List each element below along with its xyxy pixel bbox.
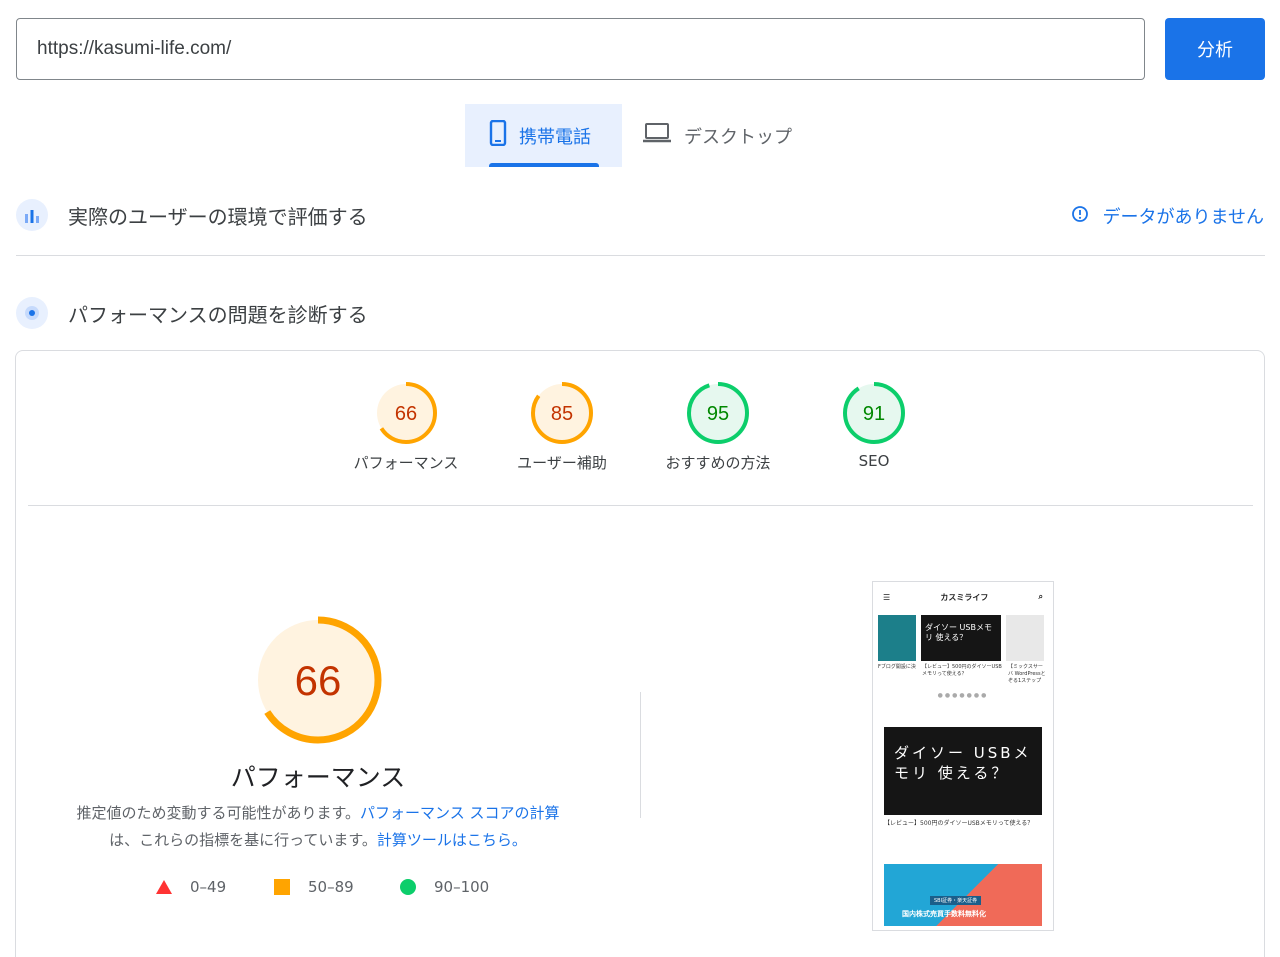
- legend-fail: 0–49: [156, 878, 226, 896]
- carousel-card: [878, 615, 916, 661]
- score-gauge-performance[interactable]: 66 パフォーマンス: [341, 380, 471, 473]
- gauge-ring: 66: [375, 382, 437, 444]
- site-name: カスミライフ: [940, 592, 989, 602]
- card-caption: 【ミックスサーバ WordPressとぞる1ステップ: [1008, 664, 1046, 684]
- report-card: [15, 350, 1265, 957]
- banner-text: 国内株式売買手数料無料化: [902, 910, 986, 918]
- menu-icon: ☰: [883, 592, 891, 602]
- tab-mobile[interactable]: 携帯電話: [465, 104, 622, 167]
- site-header: ☰ カスミライフ ⌕: [873, 582, 1053, 612]
- legend-average: 50–89: [274, 878, 354, 896]
- tab-active-indicator: [489, 163, 599, 167]
- legend-range: 50–89: [308, 878, 354, 896]
- field-data-title: 実際のユーザーの環境で評価する: [68, 204, 368, 229]
- orange-square-icon: [274, 879, 290, 895]
- hero-text: ダイソー USBメモリ 使える？: [894, 744, 1032, 782]
- analyze-button[interactable]: 分析: [1165, 18, 1265, 80]
- legend-range: 0–49: [190, 878, 227, 896]
- tab-desktop[interactable]: デスクトップ: [642, 104, 812, 167]
- lab-data-header: パフォーマンスの問題を診断する: [16, 297, 368, 329]
- score-label: SEO: [858, 452, 890, 470]
- gauge-ring: 85: [531, 382, 593, 444]
- section-divider: [16, 255, 1265, 256]
- performance-title: パフォーマンス: [230, 763, 406, 792]
- svg-text:66: 66: [295, 657, 342, 704]
- vertical-divider: [640, 692, 641, 818]
- red-triangle-icon: [156, 880, 172, 894]
- legend-pass: 90–100: [400, 878, 489, 896]
- carousel-card: [1006, 615, 1044, 661]
- no-data-text: データがありません: [1102, 207, 1264, 228]
- legend-range: 90–100: [434, 878, 490, 896]
- card-caption: Fブログ開設に決: [878, 664, 916, 670]
- banner-image: SBI証券・楽天証券 国内株式売買手数料無料化: [884, 864, 1042, 926]
- score-label: ユーザー補助: [517, 454, 607, 472]
- green-circle-icon: [400, 879, 416, 895]
- score-calc-link[interactable]: パフォーマンス スコアの計算: [360, 804, 559, 822]
- field-data-header: 実際のユーザーの環境で評価する: [16, 199, 368, 231]
- calculator-link[interactable]: 計算ツールはこちら。: [377, 831, 527, 849]
- url-input[interactable]: [37, 38, 1144, 60]
- featured-article-title: 【レビュー】500円のダイソーUSBメモリって使える？: [884, 820, 1034, 827]
- featured-article-image: ダイソー USBメモリ 使える？: [884, 727, 1042, 815]
- gauge-ring: 95: [687, 382, 749, 444]
- users-chart-icon: [16, 199, 48, 231]
- score-label: おすすめの方法: [665, 454, 771, 472]
- tab-desktop-label: デスクトップ: [684, 126, 792, 148]
- desc-text: は、これらの指標を基に行っています。: [109, 831, 377, 849]
- score-gauge-seo[interactable]: 91 SEO: [809, 380, 939, 470]
- no-data-status: データがありません: [1071, 203, 1264, 229]
- desc-text: 推定値のため変動する可能性があります。: [76, 804, 361, 822]
- lab-data-title: パフォーマンスの問題を診断する: [68, 302, 368, 327]
- carousel-captions: Fブログ開設に決 【レビュー】500円のダイソーUSBメモリって使える？ 【ミッ…: [878, 664, 1048, 685]
- smartphone-icon: [489, 119, 507, 151]
- banner-tag: SBI証券・楽天証券: [930, 896, 982, 905]
- svg-text:85: 85: [551, 403, 573, 425]
- card-hero-text: ダイソー USBメモリ 使える？: [925, 623, 992, 642]
- info-icon: [1071, 205, 1089, 228]
- laptop-icon: [642, 122, 672, 149]
- card-caption: 【レビュー】500円のダイソーUSBメモリって使える？: [922, 664, 1002, 677]
- search-icon: ⌕: [1038, 592, 1043, 601]
- url-input-container[interactable]: [16, 18, 1145, 80]
- lab-diagnose-icon: [16, 297, 48, 329]
- svg-text:95: 95: [707, 403, 729, 425]
- carousel: ダイソー USBメモリ 使える？: [878, 615, 1048, 661]
- tab-mobile-label: 携帯電話: [519, 126, 591, 148]
- page-screenshot: ☰ カスミライフ ⌕ ダイソー USBメモリ 使える？ Fブログ開設に決 【レビ…: [872, 581, 1054, 931]
- performance-big-gauge: 66: [254, 616, 382, 744]
- card-divider: [28, 505, 1253, 506]
- score-gauge-accessibility[interactable]: 85 ユーザー補助: [497, 380, 627, 473]
- carousel-dots: ●●●●●●●: [937, 692, 989, 699]
- performance-description: 推定値のため変動する可能性があります。パフォーマンス スコアの計算 は、これらの…: [60, 800, 576, 854]
- svg-text:91: 91: [863, 403, 885, 425]
- carousel-card: ダイソー USBメモリ 使える？: [921, 615, 1001, 661]
- score-label: パフォーマンス: [353, 454, 459, 472]
- score-gauge-best-practices[interactable]: 95 おすすめの方法: [653, 380, 783, 473]
- gauge-ring: 91: [843, 382, 905, 444]
- svg-text:66: 66: [395, 403, 417, 425]
